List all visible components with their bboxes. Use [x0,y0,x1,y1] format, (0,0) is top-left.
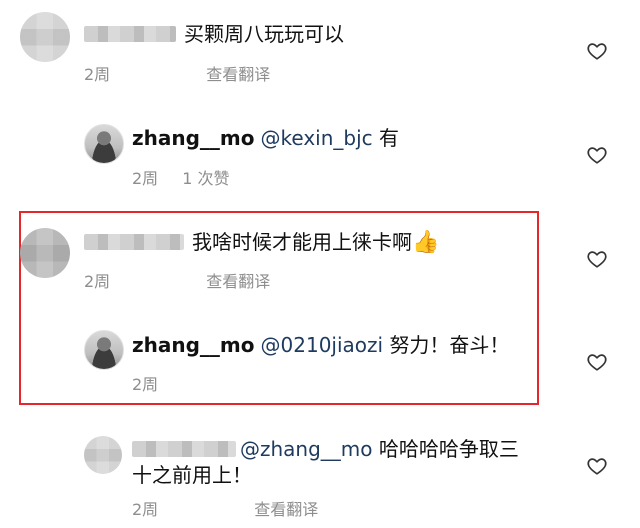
comment-meta: 2周 查看翻译 [132,496,368,520]
comment-text: 买颗周八玩玩可以 [184,22,344,46]
comment-text-line: 我啥时候才能用上徕卡啊👍 [84,228,439,257]
avatar[interactable] [20,12,70,62]
see-translation-link[interactable]: 查看翻译 [206,272,270,291]
comment-text: 哈哈哈哈争取三 [378,437,519,461]
comment-text: 十之前用上！ [132,463,252,487]
avatar[interactable] [20,228,70,278]
comment-meta: 2周 1 次赞 [132,165,279,189]
comment-time: 2周 [84,65,111,84]
mention-link[interactable]: @zhang__mo [240,437,373,461]
heart-outline-icon[interactable] [586,248,608,270]
comment-text: 我啥时候才能用上徕卡啊 [192,230,412,254]
comment-meta: 2周 查看翻译 [84,61,320,85]
comment-text-line: 十之前用上！ [132,461,252,489]
avatar[interactable] [84,124,124,164]
heart-outline-icon[interactable] [586,351,608,373]
comment-text: 有 [379,126,400,150]
see-translation-link[interactable]: 查看翻译 [206,65,270,84]
avatar[interactable] [84,436,122,474]
comment-time: 2周 [84,272,111,291]
comment-meta: 2周 查看翻译 [84,268,320,292]
comment-time: 2周 [132,169,159,188]
comment-text-line: @zhang__mo 哈哈哈哈争取三 [132,435,519,463]
username[interactable]: zhang__mo [132,333,255,357]
comment-text-line: zhang__mo @0210jiaozi 努力！奋斗！ [132,331,509,359]
see-translation-link[interactable]: 查看翻译 [254,500,318,519]
blurred-username[interactable] [132,440,236,457]
mention-link[interactable]: @0210jiaozi [261,333,384,357]
heart-outline-icon[interactable] [586,455,608,477]
mention-link[interactable]: @kexin_bjc [261,126,373,150]
comment-text: 努力！奋斗！ [389,333,510,357]
blurred-username[interactable] [84,233,184,250]
blurred-username[interactable] [84,25,176,42]
heart-outline-icon[interactable] [586,40,608,62]
like-count[interactable]: 1 次赞 [182,169,229,188]
username[interactable]: zhang__mo [132,126,255,150]
avatar[interactable] [84,330,124,370]
comment-time: 2周 [132,500,159,519]
heart-outline-icon[interactable] [586,144,608,166]
thumbs-up-emoji: 👍 [412,230,440,255]
comment-meta: 2周 [132,371,208,395]
comment-time: 2周 [132,375,159,394]
comment-text-line: zhang__mo @kexin_bjc 有 [132,124,399,152]
comment-text-line: 买颗周八玩玩可以 [84,20,344,48]
